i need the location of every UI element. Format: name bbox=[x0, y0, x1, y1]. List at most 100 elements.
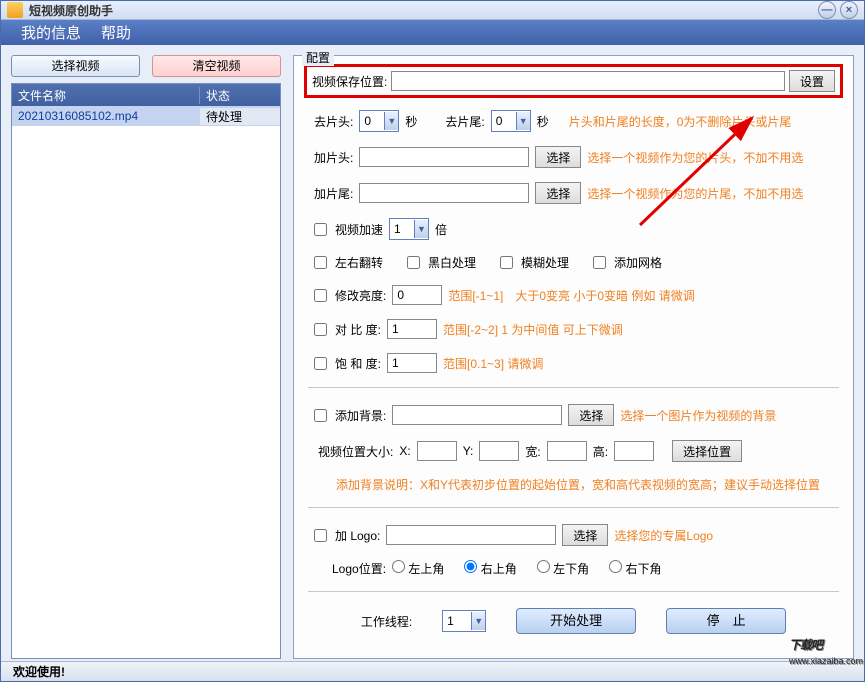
brightness-checkbox[interactable] bbox=[314, 289, 327, 302]
x-label: X: bbox=[399, 444, 410, 458]
cell-status: 待处理 bbox=[200, 108, 280, 125]
add-bg-hint: 选择一个图片作为视频的背景 bbox=[620, 407, 776, 424]
col-status: 状态 bbox=[200, 87, 280, 104]
pos-br-radio[interactable]: 右下角 bbox=[609, 560, 661, 577]
bw-label: 黑白处理 bbox=[428, 254, 476, 271]
trim-tail-select[interactable]: 0▼ bbox=[491, 110, 531, 132]
flip-checkbox[interactable] bbox=[314, 256, 327, 269]
set-path-button[interactable]: 设置 bbox=[789, 70, 835, 92]
choose-head-button[interactable]: 选择 bbox=[535, 146, 581, 168]
add-logo-input[interactable] bbox=[386, 525, 556, 545]
flip-label: 左右翻转 bbox=[335, 254, 383, 271]
pos-label: 视频位置大小: bbox=[318, 443, 393, 460]
add-logo-label: 加 Logo: bbox=[335, 527, 380, 544]
grid-label: 添加网格 bbox=[614, 254, 662, 271]
divider bbox=[308, 591, 839, 592]
speed-checkbox[interactable] bbox=[314, 223, 327, 236]
h-input[interactable] bbox=[614, 441, 654, 461]
add-logo-hint: 选择您的专属Logo bbox=[614, 527, 713, 544]
app-title: 短视频原创助手 bbox=[29, 2, 818, 19]
x-input[interactable] bbox=[417, 441, 457, 461]
brightness-hint: 范围[-1~1] 大于0变亮 小于0变暗 例如 请微调 bbox=[448, 287, 694, 304]
menubar: 我的信息 帮助 bbox=[1, 20, 864, 45]
table-row[interactable]: 20210316085102.mp4 待处理 bbox=[12, 106, 280, 126]
status-text: 欢迎使用! bbox=[13, 663, 65, 680]
config-title: 配置 bbox=[302, 49, 334, 66]
trim-hint: 片头和片尾的长度，0为不删除片头或片尾 bbox=[569, 113, 792, 130]
add-logo-checkbox[interactable] bbox=[314, 529, 327, 542]
pos-tr-radio[interactable]: 右上角 bbox=[464, 560, 516, 577]
sec-label: 秒 bbox=[537, 113, 549, 130]
add-head-hint: 选择一个视频作为您的片头，不加不用选 bbox=[587, 149, 803, 166]
saturation-input[interactable] bbox=[387, 353, 437, 373]
blur-checkbox[interactable] bbox=[500, 256, 513, 269]
add-bg-input[interactable] bbox=[392, 405, 562, 425]
saturation-label: 饱 和 度: bbox=[335, 355, 381, 372]
h-label: 高: bbox=[593, 443, 608, 460]
trim-head-select[interactable]: 0▼ bbox=[359, 110, 399, 132]
threads-label: 工作线程: bbox=[361, 613, 412, 630]
speed-unit: 倍 bbox=[435, 221, 447, 238]
chevron-down-icon: ▼ bbox=[414, 220, 428, 238]
choose-tail-button[interactable]: 选择 bbox=[535, 182, 581, 204]
w-input[interactable] bbox=[547, 441, 587, 461]
speed-label: 视频加速 bbox=[335, 221, 383, 238]
trim-tail-label: 去片尾: bbox=[445, 113, 484, 130]
saturation-hint: 范围[0.1~3] 请微调 bbox=[443, 355, 543, 372]
w-label: 宽: bbox=[525, 443, 540, 460]
divider bbox=[308, 507, 839, 508]
chevron-down-icon: ▼ bbox=[471, 612, 485, 630]
config-panel: 配置 视频保存位置: 设置 去片头: 0▼ 秒 去片尾: 0▼ 秒 片头和片尾的… bbox=[293, 55, 854, 659]
grid-checkbox[interactable] bbox=[593, 256, 606, 269]
minimize-button[interactable]: — bbox=[818, 1, 836, 19]
bw-checkbox[interactable] bbox=[407, 256, 420, 269]
add-bg-checkbox[interactable] bbox=[314, 409, 327, 422]
menu-help[interactable]: 帮助 bbox=[101, 22, 131, 43]
divider bbox=[308, 387, 839, 388]
save-path-label: 视频保存位置: bbox=[312, 73, 387, 90]
choose-logo-button[interactable]: 选择 bbox=[562, 524, 608, 546]
contrast-input[interactable] bbox=[387, 319, 437, 339]
app-icon bbox=[7, 2, 23, 18]
cell-filename: 20210316085102.mp4 bbox=[12, 109, 200, 123]
titlebar: 短视频原创助手 — × bbox=[1, 1, 864, 20]
blur-label: 模糊处理 bbox=[521, 254, 569, 271]
add-head-input[interactable] bbox=[359, 147, 529, 167]
logo-pos-label: Logo位置: bbox=[332, 560, 386, 577]
brightness-input[interactable] bbox=[392, 285, 442, 305]
add-head-label: 加片头: bbox=[314, 149, 353, 166]
clear-video-button[interactable]: 清空视频 bbox=[152, 55, 281, 77]
chevron-down-icon: ▼ bbox=[516, 112, 530, 130]
stop-button[interactable]: 停 止 bbox=[666, 608, 786, 634]
add-bg-label: 添加背景: bbox=[335, 407, 386, 424]
contrast-checkbox[interactable] bbox=[314, 323, 327, 336]
close-button[interactable]: × bbox=[840, 1, 858, 19]
statusbar: 欢迎使用! bbox=[1, 661, 864, 681]
add-tail-label: 加片尾: bbox=[314, 185, 353, 202]
threads-select[interactable]: 1▼ bbox=[442, 610, 486, 632]
add-tail-input[interactable] bbox=[359, 183, 529, 203]
y-label: Y: bbox=[463, 444, 474, 458]
choose-pos-button[interactable]: 选择位置 bbox=[672, 440, 742, 462]
save-path-row: 视频保存位置: 设置 bbox=[304, 64, 843, 98]
add-tail-hint: 选择一个视频作为您的片尾，不加不用选 bbox=[587, 185, 803, 202]
save-path-input[interactable] bbox=[391, 71, 785, 91]
select-video-button[interactable]: 选择视频 bbox=[11, 55, 140, 77]
y-input[interactable] bbox=[479, 441, 519, 461]
choose-bg-button[interactable]: 选择 bbox=[568, 404, 614, 426]
brightness-label: 修改亮度: bbox=[335, 287, 386, 304]
menu-my-info[interactable]: 我的信息 bbox=[21, 22, 81, 43]
left-panel: 选择视频 清空视频 文件名称 状态 20210316085102.mp4 待处理 bbox=[11, 55, 281, 659]
start-button[interactable]: 开始处理 bbox=[516, 608, 636, 634]
sec-label: 秒 bbox=[405, 113, 417, 130]
col-filename: 文件名称 bbox=[12, 87, 200, 104]
bg-explain: 添加背景说明：X和Y代表初步位置的起始位置，宽和高代表视频的宽高；建议手动选择位… bbox=[336, 476, 820, 493]
file-table: 文件名称 状态 20210316085102.mp4 待处理 bbox=[11, 83, 281, 659]
saturation-checkbox[interactable] bbox=[314, 357, 327, 370]
pos-tl-radio[interactable]: 左上角 bbox=[392, 560, 444, 577]
speed-select[interactable]: 1▼ bbox=[389, 218, 429, 240]
contrast-label: 对 比 度: bbox=[335, 321, 381, 338]
pos-bl-radio[interactable]: 左下角 bbox=[537, 560, 589, 577]
contrast-hint: 范围[-2~2] 1 为中间值 可上下微调 bbox=[443, 321, 623, 338]
chevron-down-icon: ▼ bbox=[384, 112, 398, 130]
